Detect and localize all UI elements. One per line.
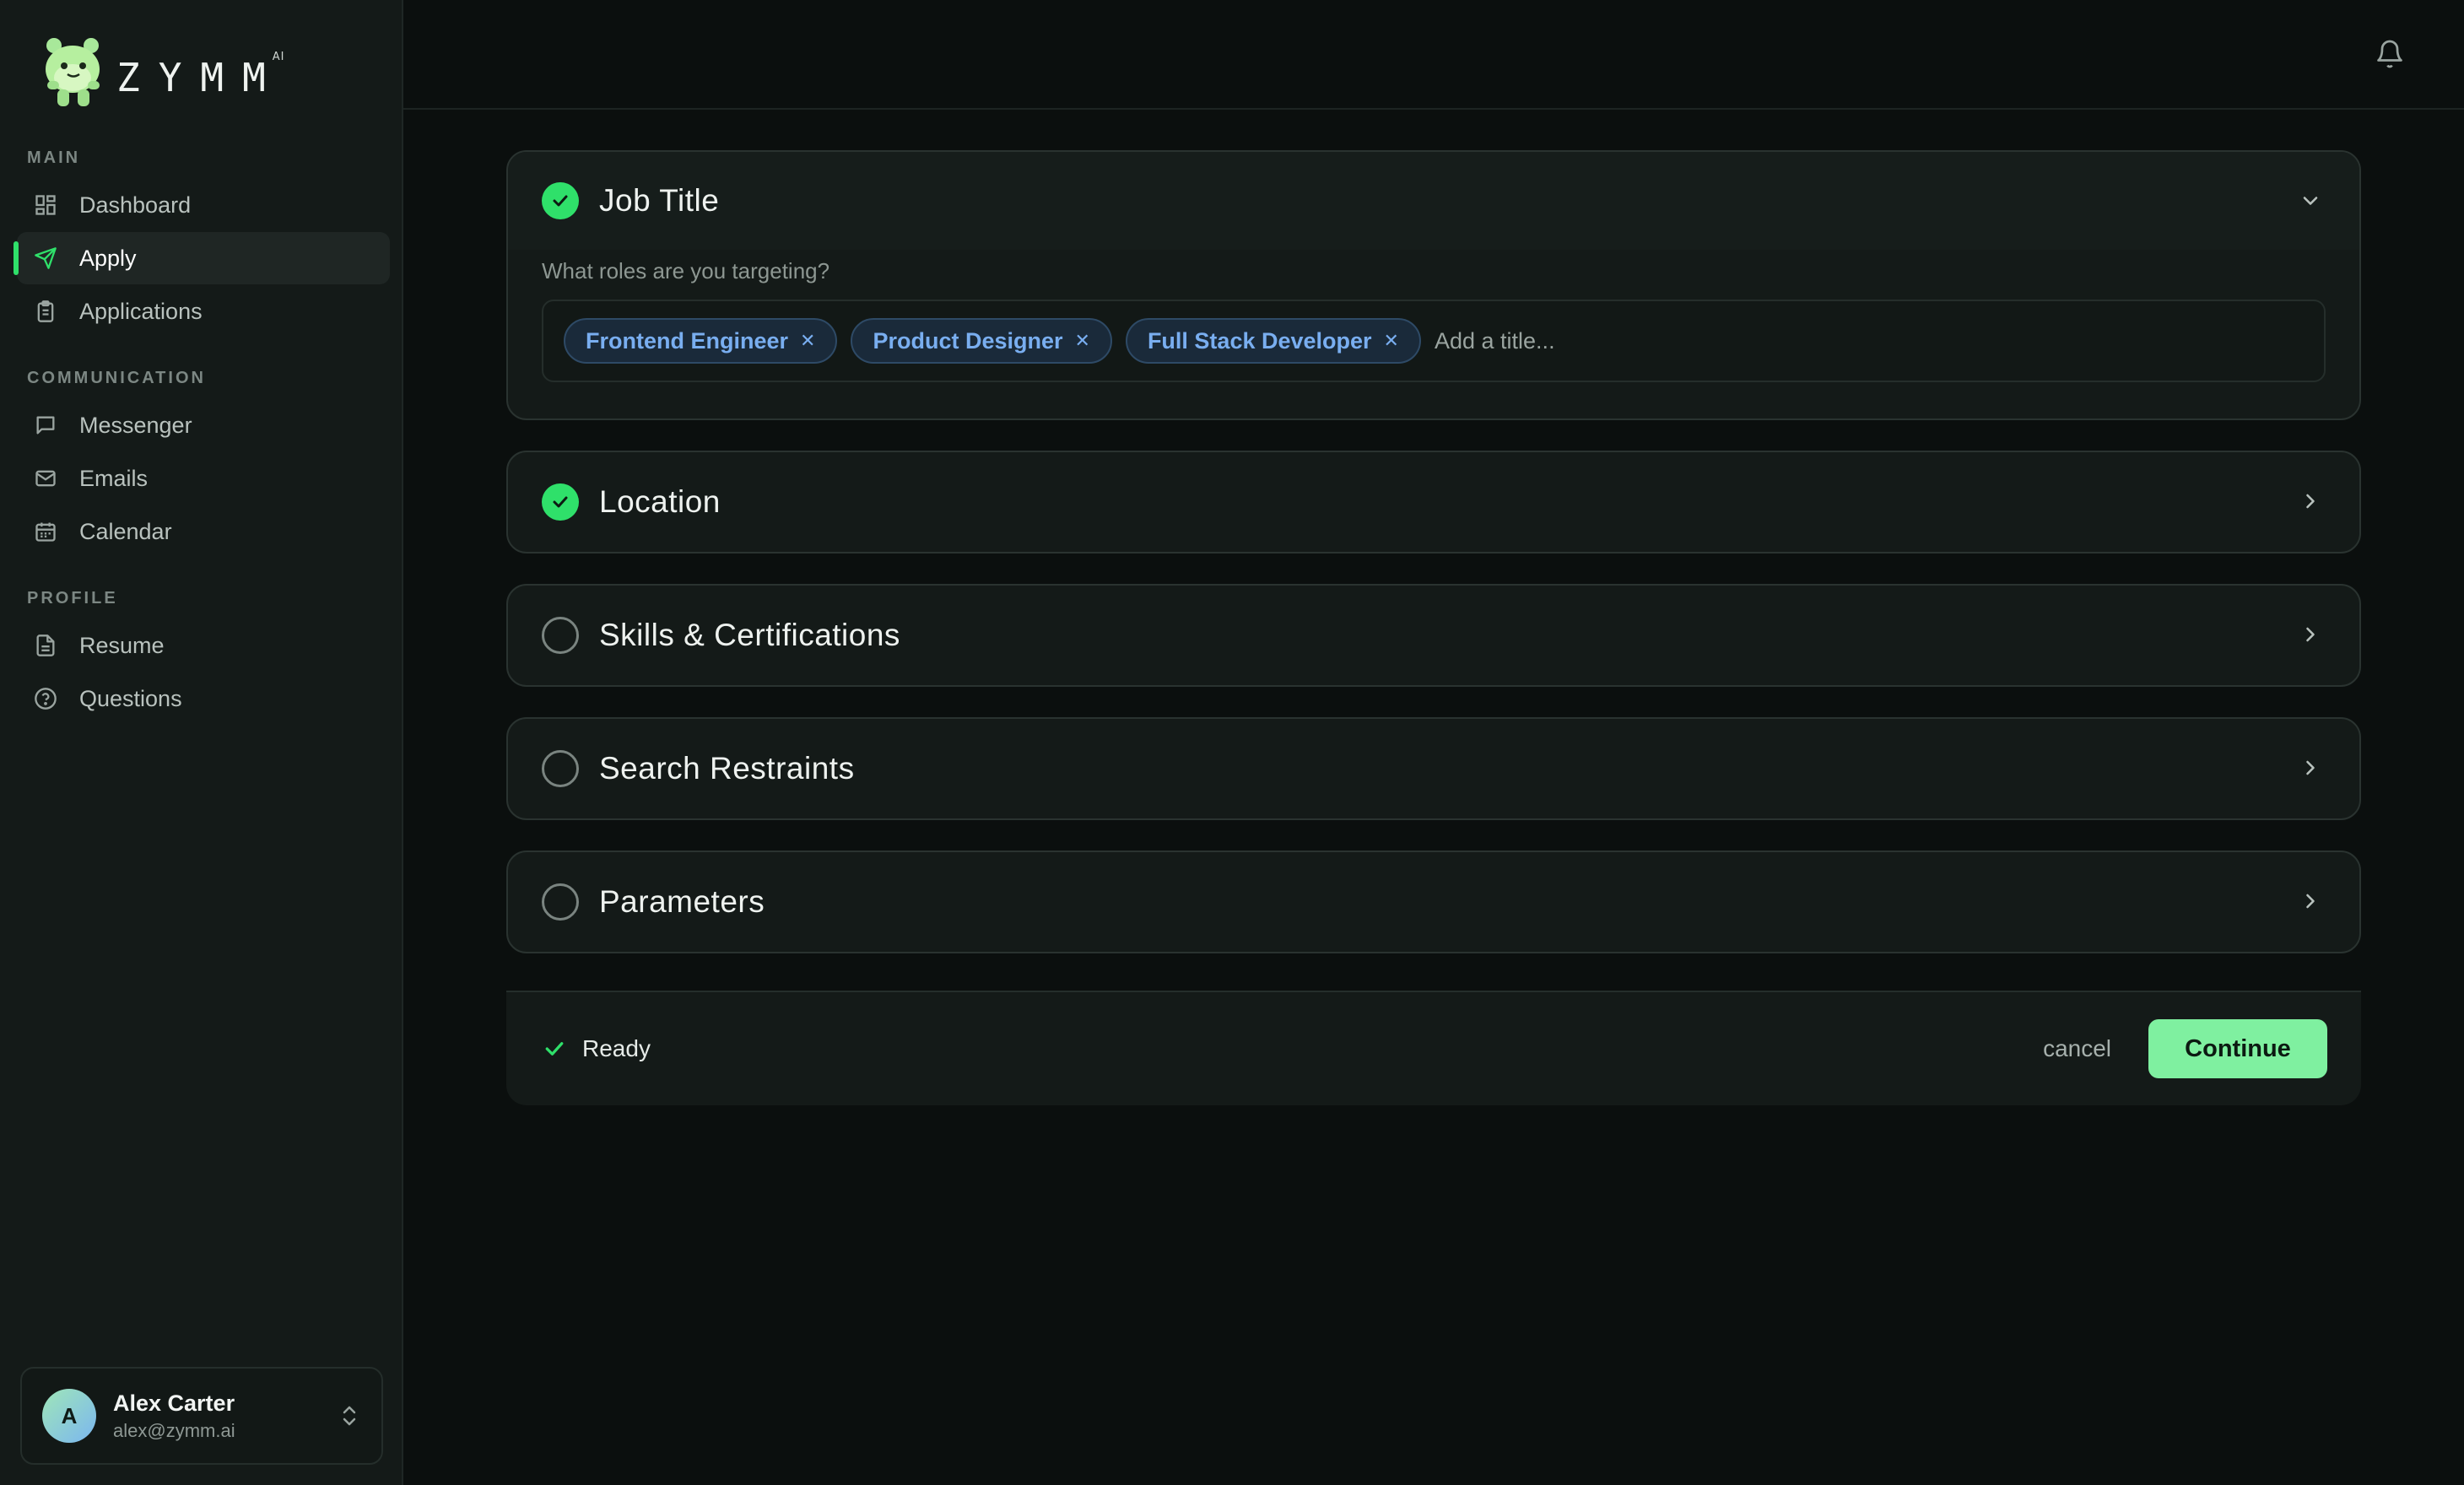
document-icon [34, 634, 57, 657]
calendar-icon [34, 520, 57, 543]
brand-name: ZYMM [116, 55, 284, 100]
tag-chip: Full Stack Developer ✕ [1125, 318, 1421, 364]
sidebar-item-label: Messenger [79, 412, 192, 438]
add-title-input[interactable] [1434, 327, 1772, 354]
sidebar-item-applications[interactable]: Applications [17, 285, 390, 338]
search-restraints-panel[interactable]: Search Restraints [506, 717, 2361, 820]
sidebar-item-calendar[interactable]: Calendar [17, 505, 390, 558]
chevron-right-icon[interactable] [2299, 623, 2322, 651]
sidebar-item-label: Applications [79, 298, 203, 324]
job-title-question: What roles are you targeting? [542, 258, 830, 284]
sidebar-item-label: Apply [79, 245, 137, 271]
sidebar-item-label: Calendar [79, 518, 172, 544]
grid-icon [34, 193, 57, 217]
user-menu[interactable]: A Alex Carter alex@zymm.ai [20, 1367, 383, 1465]
user-email: alex@zymm.ai [113, 1419, 235, 1441]
panel-title: Job Title [599, 183, 720, 218]
action-bar: Ready cancel Continue [506, 991, 2361, 1105]
app-root: ZYMM AI MAIN Dashboard Apply Application… [0, 0, 2464, 1485]
sidebar-item-emails[interactable]: Emails [17, 452, 390, 505]
check-circle-icon [542, 182, 579, 219]
help-circle-icon [34, 687, 57, 710]
sidebar-item-label: Questions [79, 685, 182, 711]
logo[interactable]: ZYMM AI [39, 34, 297, 110]
job-title-tag-field[interactable]: Frontend Engineer ✕ Product Designer ✕ F… [542, 300, 2326, 382]
sidebar-item-label: Resume [79, 632, 165, 658]
empty-circle-icon [542, 750, 579, 787]
avatar: A [42, 1389, 96, 1443]
check-circle-icon [542, 483, 579, 521]
message-icon [34, 413, 57, 437]
job-title-header[interactable]: Job Title [508, 152, 2359, 250]
parameters-panel[interactable]: Parameters [506, 850, 2361, 953]
sidebar: ZYMM AI MAIN Dashboard Apply Application… [0, 0, 403, 1485]
chevrons-up-down-icon[interactable] [339, 1402, 359, 1434]
main-content: Job Title What roles are you targeting? … [403, 0, 2464, 1485]
remove-tag-icon[interactable]: ✕ [800, 330, 815, 352]
sidebar-item-dashboard[interactable]: Dashboard [17, 179, 390, 231]
section-label-profile: PROFILE [27, 589, 118, 608]
chevron-right-icon[interactable] [2299, 756, 2322, 784]
chevron-down-icon[interactable] [2299, 189, 2322, 217]
mail-icon [34, 467, 57, 490]
tag-chip: Frontend Engineer ✕ [564, 318, 838, 364]
panel-title: Skills & Certifications [599, 618, 900, 652]
location-panel[interactable]: Location [506, 451, 2361, 554]
bell-icon[interactable] [2375, 39, 2405, 73]
remove-tag-icon[interactable]: ✕ [1384, 330, 1399, 352]
sidebar-item-messenger[interactable]: Messenger [17, 399, 390, 451]
topbar [403, 0, 2464, 110]
empty-circle-icon [542, 883, 579, 921]
ready-label: Ready [582, 1035, 651, 1061]
ready-status: Ready [542, 1035, 651, 1062]
tag-label: Product Designer [873, 327, 1063, 354]
sidebar-item-label: Dashboard [79, 192, 192, 218]
skills-certifications-panel[interactable]: Skills & Certifications [506, 584, 2361, 687]
sidebar-item-questions[interactable]: Questions [17, 672, 390, 725]
cancel-button[interactable]: cancel [2043, 1035, 2111, 1062]
panel-title: Location [599, 484, 721, 519]
panel-title: Search Restraints [599, 751, 855, 786]
tag-label: Full Stack Developer [1147, 327, 1372, 354]
check-icon [542, 1036, 567, 1061]
send-icon [34, 246, 57, 270]
section-label-communication: COMMUNICATION [27, 369, 206, 387]
user-name: Alex Carter [113, 1390, 235, 1416]
chevron-right-icon[interactable] [2299, 889, 2322, 917]
tag-chip: Product Designer ✕ [851, 318, 1112, 364]
job-title-panel: Job Title What roles are you targeting? … [506, 150, 2361, 420]
remove-tag-icon[interactable]: ✕ [1075, 330, 1090, 352]
panel-title: Parameters [599, 884, 765, 919]
sidebar-item-resume[interactable]: Resume [17, 619, 390, 672]
clipboard-icon [34, 300, 57, 323]
chevron-right-icon[interactable] [2299, 489, 2322, 517]
sidebar-item-label: Emails [79, 465, 149, 491]
empty-circle-icon [542, 617, 579, 654]
mascot-logo-icon [39, 34, 111, 110]
section-label-main: MAIN [27, 148, 81, 167]
sidebar-item-apply[interactable]: Apply [14, 232, 390, 284]
brand-superscript: AI [272, 50, 285, 63]
continue-button[interactable]: Continue [2148, 1019, 2327, 1078]
tag-label: Frontend Engineer [586, 327, 789, 354]
